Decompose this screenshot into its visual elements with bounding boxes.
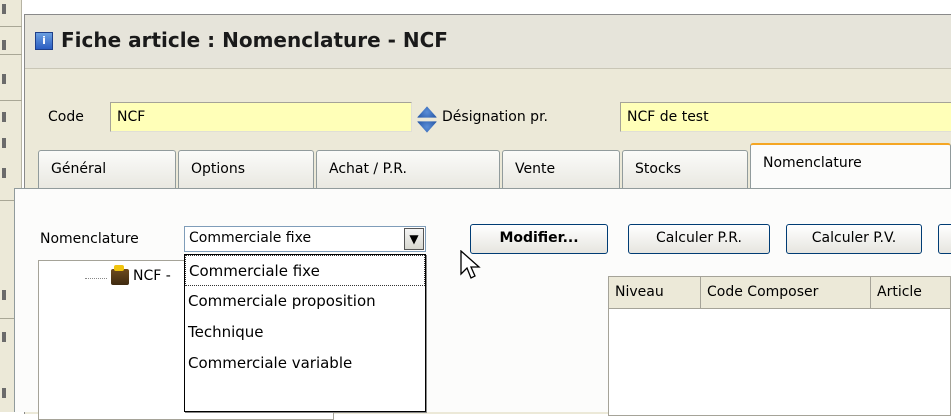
designation-field[interactable]: NCF de test — [620, 102, 951, 132]
column-header-niveau[interactable]: Niveau — [609, 277, 701, 309]
app-icon: i — [35, 32, 53, 50]
dropdown-option[interactable]: Commerciale variable — [185, 348, 425, 379]
code-field[interactable]: NCF — [110, 102, 412, 132]
grid-header: Niveau Code Composer Article — [609, 277, 950, 309]
designation-label: Désignation pr. — [442, 109, 548, 125]
nomenclature-label: Nomenclature — [40, 231, 139, 247]
arrow-up-icon[interactable] — [417, 106, 437, 118]
nomenclature-select-value: Commerciale fixe — [189, 230, 312, 246]
tab-achat[interactable]: Achat / P.R. — [316, 150, 500, 188]
title-bar[interactable]: i Fiche article : Nomenclature - NCF — [25, 15, 951, 69]
record-navigator-icon[interactable] — [417, 104, 437, 134]
modifier-button[interactable]: Modifier... — [470, 224, 608, 254]
tab-options[interactable]: Options — [178, 150, 314, 188]
column-header-code-composer[interactable]: Code Composer — [701, 277, 871, 309]
header-panel: Code NCF Désignation pr. NCF de test — [24, 84, 951, 146]
mouse-cursor-icon — [460, 250, 481, 279]
package-icon — [111, 265, 129, 285]
tab-nomenclature[interactable]: Nomenclature — [750, 143, 951, 189]
window-title: Fiche article : Nomenclature - NCF — [61, 28, 448, 52]
dropdown-option[interactable]: Commerciale proposition — [185, 286, 425, 317]
dropdown-option[interactable]: Technique — [185, 317, 425, 348]
arrow-down-icon[interactable] — [417, 121, 437, 133]
chevron-down-icon[interactable]: ▼ — [404, 228, 424, 250]
tree-node-root[interactable]: NCF - — [133, 268, 171, 284]
calculer-pv-button[interactable]: Calculer P.V. — [786, 224, 922, 254]
tab-general[interactable]: Général — [38, 150, 176, 188]
tree-connector — [85, 278, 107, 279]
tab-stocks[interactable]: Stocks — [622, 150, 748, 188]
nomenclature-select[interactable]: Commerciale fixe ▼ — [184, 226, 426, 252]
nomenclature-dropdown-list[interactable]: Commerciale fixe Commerciale proposition… — [184, 254, 426, 412]
calculer-pr-button[interactable]: Calculer P.R. — [628, 224, 770, 254]
tab-vente[interactable]: Vente — [502, 150, 620, 188]
code-label: Code — [48, 109, 84, 125]
dropdown-option[interactable]: Commerciale fixe — [185, 255, 425, 286]
more-button[interactable] — [938, 224, 951, 254]
column-header-article[interactable]: Article — [871, 277, 951, 309]
components-grid[interactable]: Niveau Code Composer Article — [608, 276, 951, 416]
